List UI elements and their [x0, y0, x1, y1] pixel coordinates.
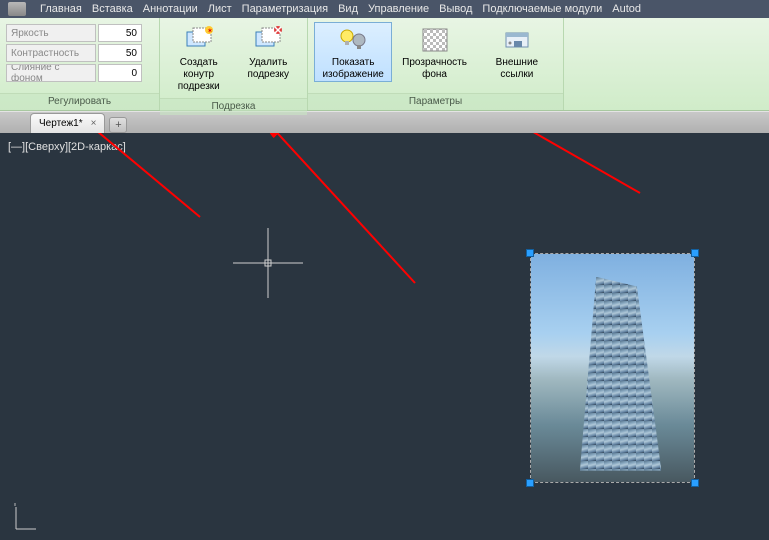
- bg-transparency-label: Прозрачность фона: [402, 57, 467, 81]
- show-image-label: Показать изображение: [322, 57, 383, 81]
- panel-options-label: Параметры: [308, 93, 563, 110]
- crosshair-cursor: [233, 228, 303, 298]
- document-tabbar: Чертеж1* × +: [0, 111, 769, 133]
- menu-home[interactable]: Главная: [40, 3, 82, 15]
- ribbon: Яркость 50 Контрастность 50 Слияние с фо…: [0, 18, 769, 111]
- menu-parametric[interactable]: Параметризация: [242, 3, 328, 15]
- delete-clip-icon: [252, 25, 284, 55]
- xrefs-button[interactable]: Внешние ссылки: [477, 22, 557, 82]
- panel-adjust-label: Регулировать: [0, 93, 159, 110]
- xrefs-label: Внешние ссылки: [480, 57, 554, 81]
- contrast-label: Контрастность: [6, 44, 96, 62]
- ucs-icon: Y: [10, 503, 40, 536]
- show-image-button[interactable]: Показать изображение: [314, 22, 392, 82]
- grip-bl[interactable]: [526, 479, 534, 487]
- fade-label: Слияние с фоном: [6, 64, 96, 82]
- bg-transparency-button[interactable]: Прозрачность фона: [396, 22, 472, 82]
- svg-text:✶: ✶: [207, 27, 213, 35]
- document-tab-label: Чертеж1*: [39, 118, 83, 129]
- menu-insert[interactable]: Вставка: [92, 3, 133, 15]
- menu-bar: Главная Вставка Аннотации Лист Параметри…: [0, 0, 769, 18]
- panel-clip: ✶ Создать конутр подрезки Удалить подрез…: [160, 18, 308, 110]
- xrefs-icon: [501, 25, 533, 55]
- image-content: [531, 254, 694, 482]
- app-icon[interactable]: [8, 2, 26, 16]
- drawing-canvas[interactable]: [—][Сверху][2D-каркас] Y: [0, 133, 769, 540]
- contrast-input[interactable]: 50: [98, 44, 142, 62]
- brightness-label: Яркость: [6, 24, 96, 42]
- panel-adjust: Яркость 50 Контрастность 50 Слияние с фо…: [0, 18, 160, 110]
- document-tab[interactable]: Чертеж1* ×: [30, 113, 105, 133]
- menu-output[interactable]: Вывод: [439, 3, 472, 15]
- selected-image[interactable]: [530, 253, 695, 483]
- grip-tr[interactable]: [691, 249, 699, 257]
- grip-tl[interactable]: [526, 249, 534, 257]
- create-clip-button[interactable]: ✶ Создать конутр подрезки: [166, 22, 232, 94]
- delete-clip-label: Удалить подрезку: [247, 57, 289, 81]
- delete-clip-button[interactable]: Удалить подрезку: [236, 22, 302, 82]
- lightbulb-icon: [337, 25, 369, 55]
- menu-sheet[interactable]: Лист: [208, 3, 232, 15]
- grip-br[interactable]: [691, 479, 699, 487]
- menu-plugins[interactable]: Подключаемые модули: [482, 3, 602, 15]
- menu-autodesk[interactable]: Autod: [612, 3, 641, 15]
- fade-input[interactable]: 0: [98, 64, 142, 82]
- menu-annotations[interactable]: Аннотации: [143, 3, 198, 15]
- create-clip-label: Создать конутр подрезки: [169, 57, 229, 93]
- svg-text:Y: Y: [12, 503, 18, 508]
- brightness-input[interactable]: 50: [98, 24, 142, 42]
- create-clip-icon: ✶: [183, 25, 215, 55]
- menu-manage[interactable]: Управление: [368, 3, 429, 15]
- panel-clip-label: Подрезка: [160, 98, 307, 115]
- close-tab-icon[interactable]: ×: [91, 118, 97, 129]
- transparency-icon: [419, 25, 451, 55]
- new-tab-button[interactable]: +: [109, 117, 127, 133]
- panel-options: Показать изображение Прозрачность фона В…: [308, 18, 564, 110]
- menu-view[interactable]: Вид: [338, 3, 358, 15]
- viewport-label[interactable]: [—][Сверху][2D-каркас]: [8, 141, 126, 153]
